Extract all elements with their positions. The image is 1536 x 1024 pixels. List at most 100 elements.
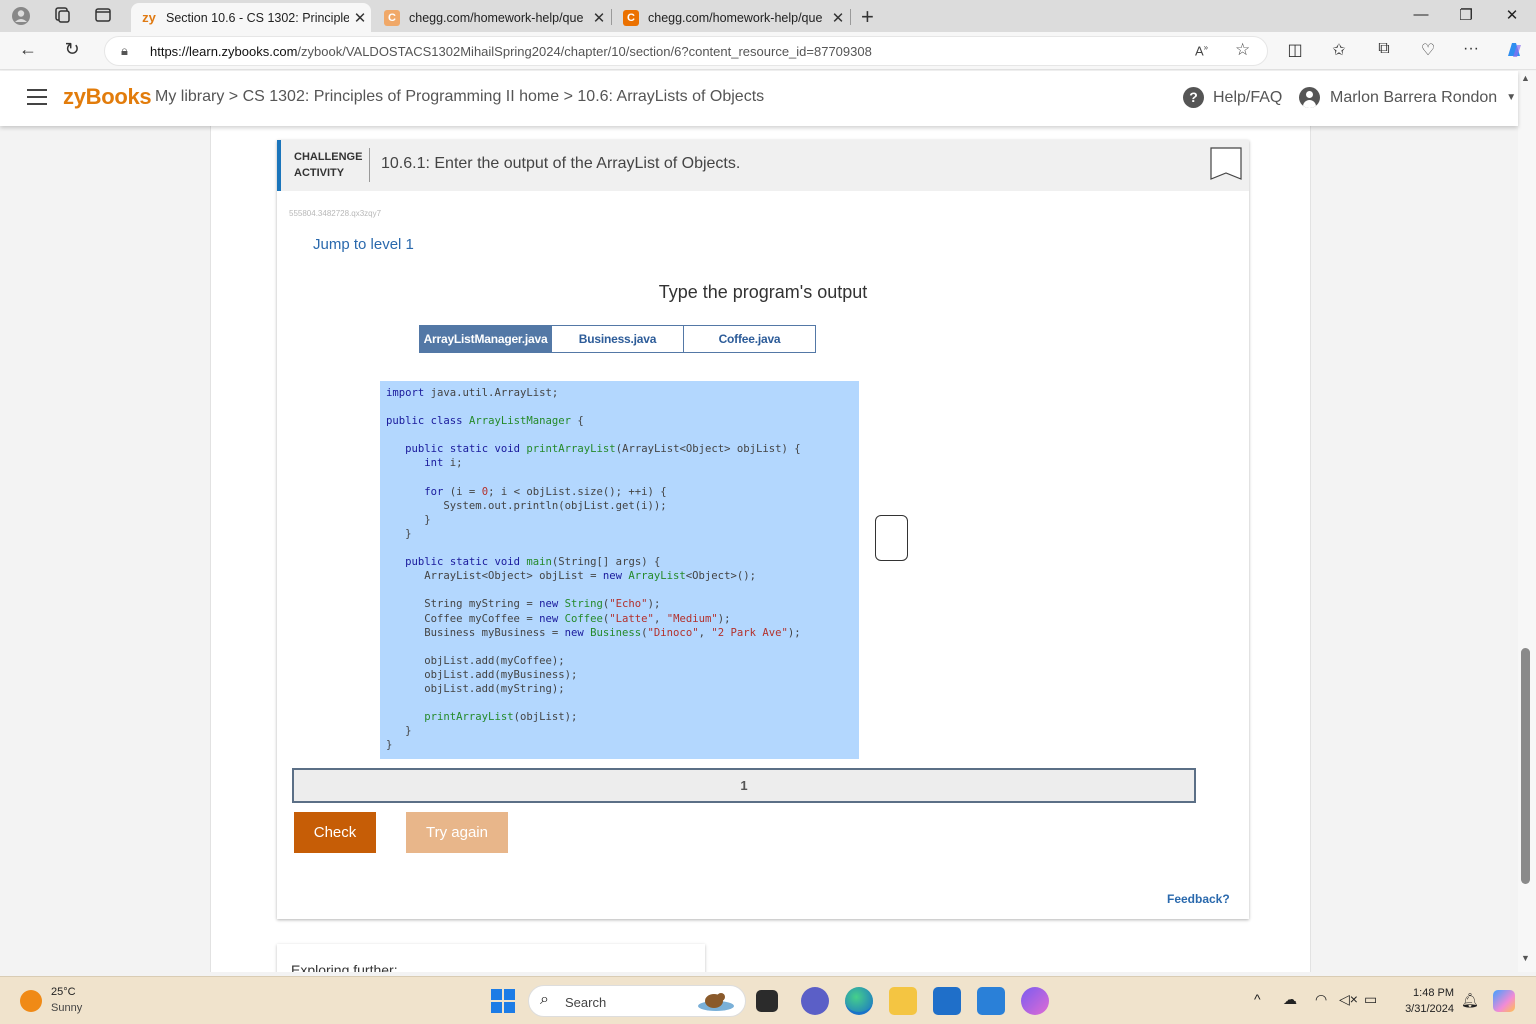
code-line: objList.add(myString); [386,682,565,695]
notification-bell-icon[interactable]: 🔔︎ [1461,992,1479,1009]
code-line: objList.add(myBusiness); [386,668,578,681]
activity-title: 10.6.1: Enter the output of the ArrayLis… [381,155,741,172]
clock-date: 3/31/2024 [1405,1003,1454,1015]
code-line: ​ [386,640,859,654]
tab-zybooks[interactable]: zy Section 10.6 - CS 1302: Principles ✕ [131,3,371,32]
challenge-activity-card: CHALLENGE ACTIVITY 10.6.1: Enter the out… [277,140,1249,919]
code-line: } [386,739,393,752]
tab-actions-icon[interactable] [93,6,113,26]
activity-id: 555804.3482728.qx3zqy7 [289,209,382,218]
user-avatar-icon [1299,87,1320,108]
copilot-icon[interactable] [1503,40,1525,65]
tab-chegg-1[interactable]: C chegg.com/homework-help/que ✕ [374,3,610,32]
tab-coffee-java[interactable]: Coffee.java [683,325,816,353]
help-faq-link[interactable]: ? Help/FAQ [1183,87,1282,108]
read-aloud-icon[interactable]: A» [1195,43,1208,58]
tab-title: chegg.com/homework-help/que [648,10,823,25]
check-button[interactable]: Check [294,812,376,853]
copilot-tray-icon[interactable] [1493,990,1515,1012]
new-tab-icon[interactable]: + [861,4,874,30]
page-scrollbar[interactable]: ▲ ▼ [1518,71,1536,972]
feedback-link[interactable]: Feedback? [1167,892,1230,906]
file-explorer-icon[interactable] [889,987,917,1015]
chegg-favicon-icon: C [623,9,639,26]
browser-essentials-icon[interactable]: ♡ [1417,40,1439,60]
windows-taskbar: 25°C Sunny ⌕ Search ^ ☁ ◠ ◁× ▭ 1:48 PM 3… [0,976,1536,1024]
scroll-down-icon[interactable]: ▼ [1521,953,1530,963]
favorite-star-icon[interactable]: ☆ [1235,40,1250,60]
scroll-up-icon[interactable]: ▲ [1521,73,1530,83]
start-button-icon[interactable] [491,989,515,1013]
breadcrumb[interactable]: My library > CS 1302: Principles of Prog… [155,88,764,106]
help-label: Help/FAQ [1213,88,1283,106]
code-line: } [386,513,431,526]
close-tab-icon[interactable]: ✕ [827,9,849,27]
help-icon: ? [1183,87,1204,108]
battery-icon[interactable]: ▭ [1364,991,1377,1008]
code-line: ​ [386,583,859,597]
teams-chat-icon[interactable] [801,987,829,1015]
bookmark-icon[interactable] [1210,147,1242,183]
weather-temperature: 25°C [51,986,76,998]
refresh-icon[interactable]: ↻ [60,39,84,60]
onedrive-icon[interactable]: ☁ [1283,991,1297,1008]
chevron-up-icon[interactable]: ^ [1254,991,1261,1007]
system-clock[interactable]: 1:48 PM 3/31/2024 [1398,985,1454,1017]
more-menu-icon[interactable]: ··· [1460,40,1482,58]
code-line: printArrayList(objList); [424,711,578,724]
url-text: https://learn.zybooks.com/zybook/VALDOST… [150,44,872,59]
zybooks-logo[interactable]: zyBooks [63,84,152,110]
back-arrow-icon[interactable]: ← [16,39,40,60]
scrollbar-thumb[interactable] [1521,648,1530,884]
workspaces-icon[interactable] [52,6,72,26]
tab-title: chegg.com/homework-help/que [409,10,584,25]
split-screen-icon[interactable]: ◫ [1284,40,1306,60]
activity-type: CHALLENGE ACTIVITY [294,151,363,179]
edge-browser-icon[interactable] [845,987,873,1015]
browser-toolbar: ← ↻ 🔒︎ https://learn.zybooks.com/zybook/… [0,32,1536,70]
browser-tab-strip: zy Section 10.6 - CS 1302: Principles ✕ … [0,0,1536,32]
weather-condition: Sunny [51,1002,83,1014]
collections-icon[interactable]: ⧉ [1373,40,1395,58]
try-again-button[interactable]: Try again [406,812,508,853]
code-line: ​ [386,428,859,442]
favorites-icon[interactable]: ✩ [1328,40,1350,60]
close-tab-icon[interactable]: ✕ [588,9,610,27]
sun-icon[interactable] [20,990,42,1012]
close-window-icon[interactable]: ✕ [1489,6,1535,24]
chevron-down-icon: ▼ [1506,92,1517,103]
code-line: Coffee myCoffee = new Coffee("Latte", "M… [386,612,731,625]
close-tab-icon[interactable]: ✕ [349,9,371,27]
exploring-further-label: Exploring further: [291,962,398,972]
minimize-icon[interactable]: — [1398,6,1444,23]
code-line: ​ [386,471,859,485]
code-line: ​ [386,400,859,414]
code-line: String myString = new String("Echo"); [386,598,661,611]
address-bar[interactable]: 🔒︎ https://learn.zybooks.com/zybook/VALD… [104,36,1268,66]
search-icon: ⌕ [540,991,549,1008]
tab-arraylistmanager-java[interactable]: ArrayListManager.java [419,325,552,353]
code-line: } [386,527,412,540]
user-menu[interactable]: Marlon Barrera Rondon ▼ [1299,87,1516,108]
wifi-icon[interactable]: ◠ [1315,991,1327,1008]
zybooks-favicon-icon: zy [142,10,156,25]
tab-business-java[interactable]: Business.java [551,325,684,353]
tab-chegg-2[interactable]: C chegg.com/homework-help/que ✕ [613,3,849,32]
task-view-icon[interactable] [756,990,778,1012]
mail-icon[interactable] [977,987,1005,1015]
output-answer-field[interactable]: 1 [292,768,1196,803]
microsoft-store-icon[interactable] [933,987,961,1015]
code-line: public static void main(String[] args) { [405,556,661,569]
jump-to-level-link[interactable]: Jump to level 1 [313,236,414,253]
clock-time: 1:48 PM [1413,987,1454,999]
code-line: public class ArrayListManager { [386,415,584,428]
code-line: for (i = 0; i < objList.size(); ++i) { [424,485,667,498]
profile-icon[interactable] [11,6,31,26]
volume-icon[interactable]: ◁× [1339,991,1358,1008]
hamburger-menu-icon[interactable] [27,89,47,105]
restore-icon[interactable]: ❐ [1443,6,1489,24]
taskbar-search[interactable]: ⌕ Search [528,985,746,1017]
code-listing: import java.util.ArrayList;​public class… [380,381,859,759]
copilot-app-icon[interactable] [1021,987,1049,1015]
code-line: } [386,725,412,738]
